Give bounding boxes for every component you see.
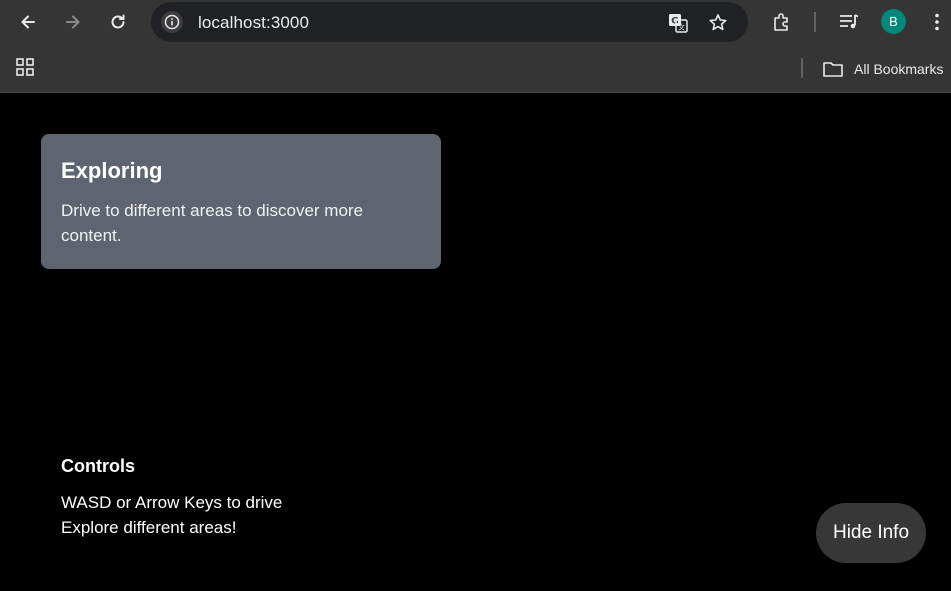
toolbar-divider xyxy=(814,12,816,32)
forward-icon[interactable] xyxy=(59,8,87,36)
back-icon[interactable] xyxy=(14,8,42,36)
controls-title: Controls xyxy=(61,456,135,476)
media-icon[interactable] xyxy=(838,11,860,33)
url-text[interactable]: localhost:3000 xyxy=(198,13,309,33)
controls-panel: Controls WASD or Arrow Keys to drive Exp… xyxy=(61,456,282,540)
reload-icon[interactable] xyxy=(104,8,132,36)
extensions-icon[interactable] xyxy=(771,11,793,33)
svg-text:文: 文 xyxy=(678,23,685,32)
browser-toolbar: localhost:3000 G文 B xyxy=(0,0,951,45)
translate-icon[interactable]: G文 xyxy=(667,12,689,34)
hide-info-button[interactable]: Hide Info xyxy=(816,503,926,563)
apps-icon[interactable] xyxy=(14,56,36,78)
star-icon[interactable] xyxy=(707,12,729,34)
card-text: Drive to different areas to discover mor… xyxy=(61,201,364,245)
card-title: Exploring xyxy=(61,158,163,183)
controls-line-1: WASD or Arrow Keys to drive xyxy=(61,493,283,512)
address-bar[interactable]: localhost:3000 G文 xyxy=(151,2,748,42)
folder-icon xyxy=(823,62,843,77)
page-viewport[interactable]: Exploring Drive to different areas to di… xyxy=(0,94,951,591)
all-bookmarks-label: All Bookmarks xyxy=(854,61,944,77)
info-icon[interactable] xyxy=(161,11,183,33)
bookmarks-divider xyxy=(801,58,803,78)
more-icon[interactable] xyxy=(926,11,948,33)
info-card: Exploring Drive to different areas to di… xyxy=(41,134,441,269)
avatar[interactable]: B xyxy=(881,9,906,34)
controls-line-2: Explore different areas! xyxy=(61,518,237,537)
all-bookmarks-button[interactable]: All Bookmarks xyxy=(822,57,943,81)
bookmarks-bar: All Bookmarks xyxy=(0,45,951,93)
